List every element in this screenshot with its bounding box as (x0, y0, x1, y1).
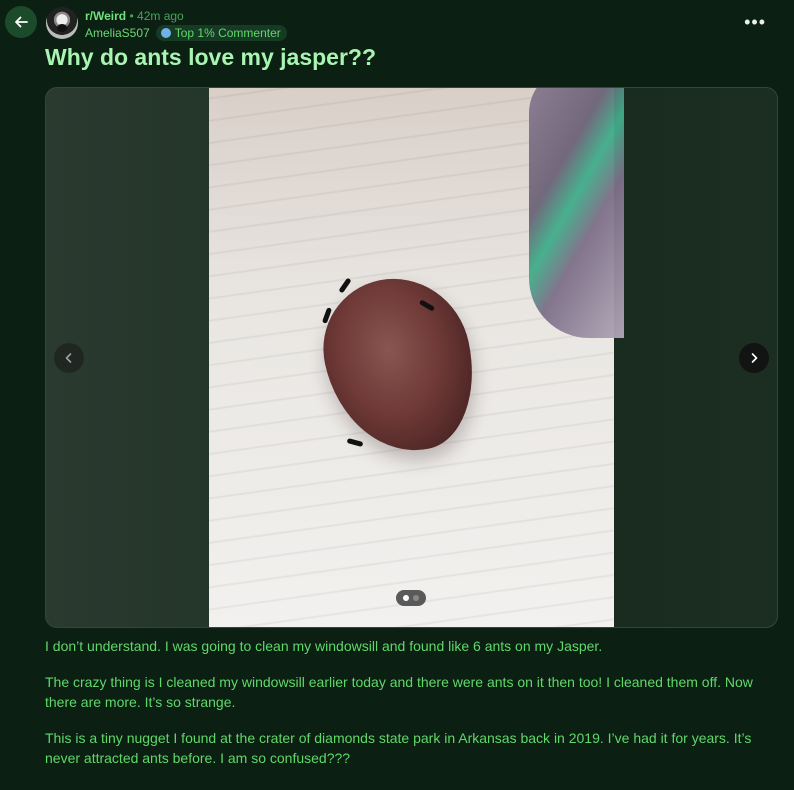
gallery-dot-2[interactable] (413, 595, 419, 601)
ant (346, 438, 364, 447)
back-button[interactable] (5, 6, 37, 38)
post-paragraph: I don’t understand. I was going to clean… (45, 638, 603, 654)
post-time: 42m ago (137, 9, 184, 23)
subreddit-link[interactable]: r/Weird (85, 9, 126, 23)
chevron-right-icon (751, 353, 758, 363)
gallery-dot-1[interactable] (403, 595, 409, 601)
post-title[interactable]: Why do ants love my jasper?? (45, 44, 376, 71)
next-image-button[interactable] (739, 343, 769, 373)
post-body: I don’t understand. I was going to clean… (45, 636, 765, 784)
more-horizontal-icon: ••• (744, 12, 766, 32)
badge-label: Top 1% Commenter (174, 26, 281, 40)
avatar[interactable] (46, 7, 78, 39)
ant (338, 277, 352, 294)
post-image[interactable] (209, 88, 624, 627)
jasper-stone (310, 264, 489, 467)
author-link[interactable]: AmeliaS507 (85, 25, 150, 41)
more-options-button[interactable]: ••• (744, 12, 766, 33)
chevron-left-icon (65, 353, 72, 363)
meta-separator: • (129, 9, 134, 23)
status-badge: Top 1% Commenter (155, 25, 287, 41)
image-gallery[interactable] (45, 87, 778, 628)
arrow-left-icon (15, 16, 28, 28)
post-meta: r/Weird • 42m ago AmeliaS507 Top 1% Comm… (85, 8, 287, 41)
post-paragraph: The crazy thing is I cleaned my windowsi… (45, 674, 753, 710)
post-paragraph: This is a tiny nugget I found at the cra… (45, 730, 752, 766)
jar-in-photo (529, 88, 624, 338)
previous-image-button[interactable] (54, 343, 84, 373)
gallery-pagination (396, 590, 426, 606)
commenter-badge-icon (160, 28, 171, 38)
